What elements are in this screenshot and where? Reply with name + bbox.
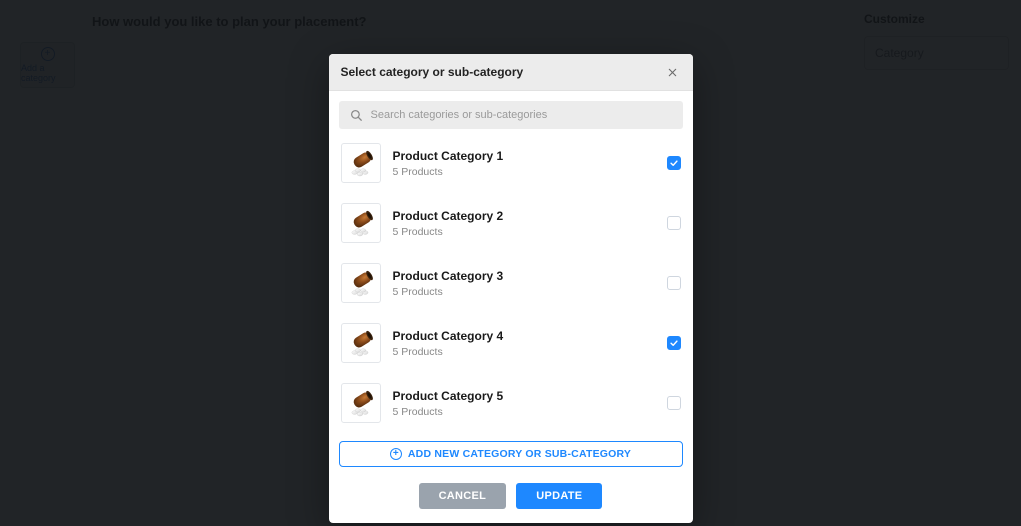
category-name: Product Category 3 [393, 269, 655, 284]
category-sub: 5 Products [393, 406, 655, 418]
update-button[interactable]: UPDATE [516, 483, 602, 509]
category-thumbnail [341, 323, 381, 363]
category-sub: 5 Products [393, 226, 655, 238]
search-bar[interactable] [339, 101, 683, 129]
category-thumbnail [341, 263, 381, 303]
add-new-category-button[interactable]: + ADD NEW CATEGORY OR SUB-CATEGORY [339, 441, 683, 467]
category-info: Product Category 3 5 Products [393, 269, 655, 298]
category-name: Product Category 5 [393, 389, 655, 404]
search-icon [349, 108, 363, 122]
cancel-button[interactable]: CANCEL [419, 483, 507, 509]
category-sub: 5 Products [393, 286, 655, 298]
category-checkbox[interactable] [667, 156, 681, 170]
category-row[interactable]: Product Category 5 5 Products [339, 373, 683, 433]
check-icon [669, 338, 679, 348]
close-icon [667, 67, 678, 78]
category-list: Product Category 1 5 Products Product Cat… [339, 133, 683, 433]
category-name: Product Category 4 [393, 329, 655, 344]
select-category-modal: Select category or sub-category [329, 54, 693, 523]
category-row[interactable]: Product Category 2 5 Products [339, 193, 683, 253]
category-row[interactable]: Product Category 3 5 Products [339, 253, 683, 313]
modal-header: Select category or sub-category [329, 54, 693, 91]
category-info: Product Category 1 5 Products [393, 149, 655, 178]
modal-actions: CANCEL UPDATE [339, 483, 683, 509]
category-thumbnail [341, 203, 381, 243]
search-input[interactable] [371, 109, 673, 121]
category-name: Product Category 1 [393, 149, 655, 164]
modal-title: Select category or sub-category [341, 65, 524, 79]
category-checkbox[interactable] [667, 336, 681, 350]
category-row[interactable]: Product Category 4 5 Products [339, 313, 683, 373]
close-button[interactable] [665, 64, 681, 80]
category-row[interactable]: Product Category 1 5 Products [339, 133, 683, 193]
category-info: Product Category 4 5 Products [393, 329, 655, 358]
add-new-label: ADD NEW CATEGORY OR SUB-CATEGORY [408, 448, 631, 460]
category-info: Product Category 5 5 Products [393, 389, 655, 418]
category-sub: 5 Products [393, 166, 655, 178]
category-thumbnail [341, 143, 381, 183]
category-checkbox[interactable] [667, 216, 681, 230]
plus-circle-icon: + [390, 448, 402, 460]
modal-body: Product Category 1 5 Products Product Cat… [329, 91, 693, 523]
category-sub: 5 Products [393, 346, 655, 358]
category-name: Product Category 2 [393, 209, 655, 224]
category-checkbox[interactable] [667, 396, 681, 410]
category-info: Product Category 2 5 Products [393, 209, 655, 238]
category-checkbox[interactable] [667, 276, 681, 290]
check-icon [669, 158, 679, 168]
category-thumbnail [341, 383, 381, 423]
